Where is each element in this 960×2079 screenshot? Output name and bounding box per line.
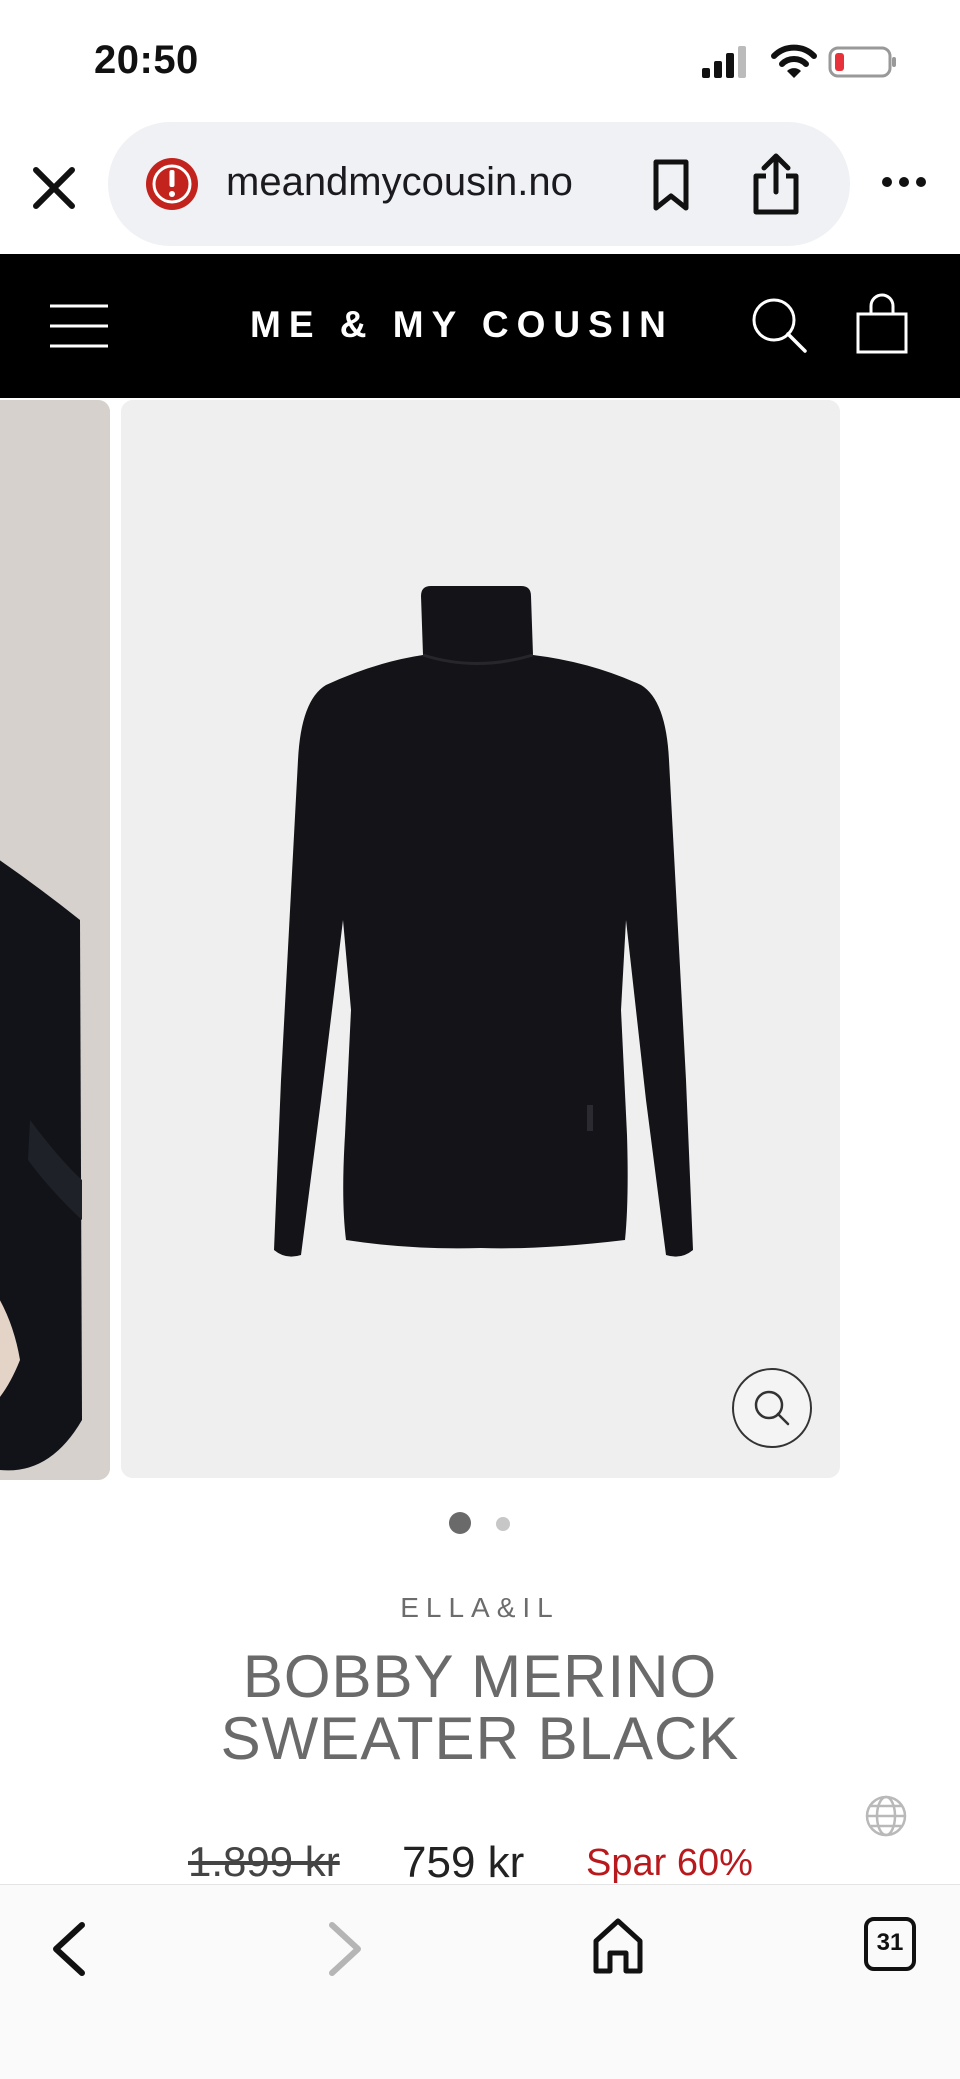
back-icon[interactable] <box>46 1919 92 1979</box>
product-photo <box>121 400 840 1478</box>
bookmark-icon[interactable] <box>648 158 694 212</box>
zoom-icon <box>754 1390 790 1426</box>
original-price: 1.899 kr <box>188 1838 340 1885</box>
menu-icon[interactable] <box>48 302 110 350</box>
product-title-line-2: SWEATER BLACK <box>220 1705 740 1772</box>
pagination-dot-active[interactable] <box>449 1512 471 1534</box>
wifi-icon <box>771 44 817 78</box>
sale-price: 759 kr <box>402 1838 525 1887</box>
more-options-icon[interactable] <box>880 174 928 190</box>
browser-address-bar: meandmycousin.no <box>0 120 960 254</box>
product-image-gallery[interactable] <box>0 398 960 1480</box>
cellular-signal-icon <box>702 46 746 78</box>
product-brand[interactable]: ELLA&IL <box>0 1592 960 1624</box>
pagination-dot[interactable] <box>496 1517 510 1531</box>
site-header: ME & MY COUSIN <box>0 254 960 398</box>
zoom-button[interactable] <box>732 1368 812 1448</box>
gallery-previous-slide[interactable] <box>0 400 110 1480</box>
status-time: 20:50 <box>94 38 199 82</box>
url-field[interactable]: meandmycousin.no <box>108 122 850 246</box>
tab-count: 31 <box>876 1929 904 1956</box>
browser-toolbar: 31 <box>0 1884 960 2079</box>
product-title: BOBBY MERINO SWEATER BLACK <box>0 1646 960 1770</box>
shopping-bag-icon[interactable] <box>852 292 912 356</box>
security-warning-icon[interactable] <box>144 156 200 212</box>
url-text: meandmycousin.no <box>226 160 573 204</box>
discount-label: Spar 60% <box>586 1842 753 1884</box>
battery-icon <box>828 46 896 78</box>
site-logo[interactable]: ME & MY COUSIN <box>250 304 674 346</box>
search-icon[interactable] <box>750 296 808 354</box>
product-title-line-1: BOBBY MERINO <box>242 1643 718 1710</box>
close-icon[interactable] <box>26 160 82 216</box>
tabs-button[interactable]: 31 <box>864 1917 916 1971</box>
status-bar: 20:50 <box>0 0 960 120</box>
share-icon[interactable] <box>750 152 802 216</box>
forward-icon[interactable] <box>322 1919 368 1979</box>
globe-icon[interactable] <box>864 1794 908 1838</box>
home-icon[interactable] <box>590 1915 646 1977</box>
gallery-current-slide[interactable] <box>121 400 840 1478</box>
gallery-pagination <box>0 1512 960 1542</box>
model-photo <box>0 400 110 1480</box>
